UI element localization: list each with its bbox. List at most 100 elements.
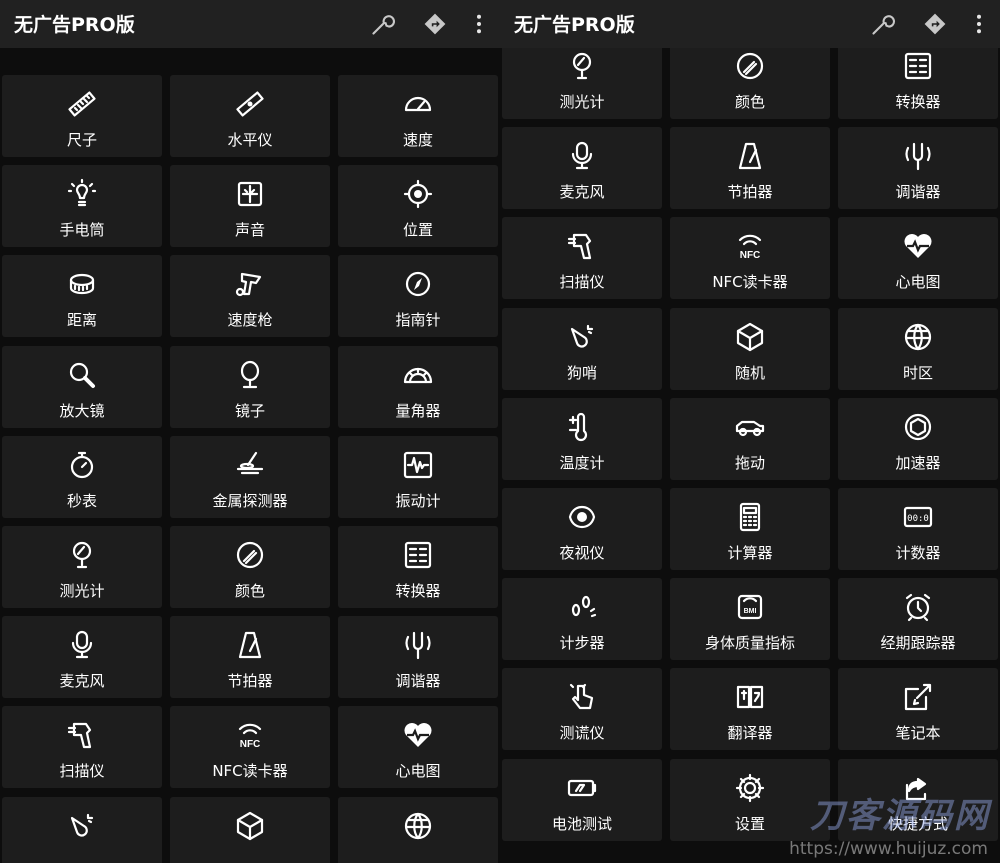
tool-tile[interactable]: 速度 xyxy=(338,75,498,157)
tool-tile[interactable]: BMI 身体质量指标 xyxy=(670,578,830,661)
tool-label: 调谐器 xyxy=(395,672,441,691)
tool-tile[interactable]: 计步器 xyxy=(502,578,662,661)
tool-tile[interactable]: 测谎仪 xyxy=(502,668,662,751)
tool-label: 测光计 xyxy=(59,582,105,600)
protractor-icon xyxy=(400,358,436,392)
color-icon xyxy=(732,49,768,83)
tool-tile[interactable]: 量角器 xyxy=(338,345,498,428)
tool-tile[interactable]: NFC NFC读卡器 xyxy=(170,706,330,789)
scanner-icon xyxy=(64,718,100,752)
tool-tile[interactable]: 麦克风 xyxy=(502,127,662,210)
tool-tile[interactable]: 调谐器 xyxy=(338,616,498,699)
notebook-icon xyxy=(900,680,936,714)
tool-tile[interactable]: 电池测试 xyxy=(502,758,662,841)
tool-tile[interactable]: 颜色 xyxy=(170,526,330,608)
tool-tile[interactable]: 拖动 xyxy=(670,397,830,480)
tool-label: 声音 xyxy=(234,221,265,240)
tool-tile[interactable]: 位置 xyxy=(338,165,498,248)
tool-tile[interactable]: NFC NFC读卡器 xyxy=(670,217,830,300)
tool-tile[interactable]: 00:0 计数器 xyxy=(838,488,998,570)
tool-tile[interactable]: 狗哨 xyxy=(502,307,662,390)
tool-label: 翻译器 xyxy=(727,724,773,743)
battery-icon xyxy=(564,771,600,805)
tool-tile[interactable]: 夜视仪 xyxy=(502,488,662,570)
thermometer-icon xyxy=(564,410,600,444)
tool-tile[interactable]: 水平仪 xyxy=(170,75,330,157)
tool-tile[interactable]: 麦克风 xyxy=(2,616,162,699)
tool-tile[interactable] xyxy=(338,796,498,863)
directions-icon[interactable] xyxy=(420,9,450,39)
tool-label: 扫描仪 xyxy=(59,762,105,781)
nfc-icon: NFC xyxy=(732,229,768,263)
flashlight-icon xyxy=(64,177,100,211)
tool-label: 经期跟踪器 xyxy=(880,634,956,653)
tool-label: 加速器 xyxy=(895,453,941,472)
tool-tile[interactable]: 手电筒 xyxy=(2,165,162,248)
magnifier-icon xyxy=(64,358,100,392)
more-vert-icon[interactable] xyxy=(964,9,994,39)
tool-tile[interactable]: 扫描仪 xyxy=(2,706,162,789)
metronome-icon xyxy=(232,628,268,662)
tool-tile[interactable]: 镜子 xyxy=(170,345,330,428)
tool-tile[interactable]: 金属探测器 xyxy=(170,435,330,518)
vibrometer-icon xyxy=(400,448,436,482)
tool-label: NFC读卡器 xyxy=(212,762,288,781)
tool-label: 测光计 xyxy=(559,93,605,111)
sound-meter-icon xyxy=(232,177,268,211)
more-vert-icon[interactable] xyxy=(464,9,494,39)
tool-tile[interactable]: 测光计 xyxy=(2,526,162,608)
tool-tile[interactable]: 测光计 xyxy=(502,37,662,119)
accelerometer-icon xyxy=(900,410,936,444)
tool-tile[interactable]: 声音 xyxy=(170,165,330,248)
tool-tile[interactable]: 随机 xyxy=(670,307,830,390)
color-icon xyxy=(232,538,268,572)
tool-tile[interactable]: 心电图 xyxy=(338,706,498,789)
stopwatch-icon xyxy=(64,448,100,482)
counter-icon: 00:0 xyxy=(900,500,936,534)
tool-tile[interactable] xyxy=(170,796,330,863)
speedometer-icon xyxy=(400,87,436,121)
tool-label: 速度 xyxy=(402,131,433,149)
tool-tile[interactable]: 笔记本 xyxy=(838,668,998,751)
tool-tile[interactable]: 计算器 xyxy=(670,488,830,570)
tool-tile[interactable]: 心电图 xyxy=(838,217,998,300)
tool-tile[interactable]: 尺子 xyxy=(2,75,162,157)
tool-tile[interactable]: 快捷方式 xyxy=(838,758,998,841)
tool-tile[interactable]: 秒表 xyxy=(2,435,162,518)
directions-icon[interactable] xyxy=(920,9,950,39)
tool-tile[interactable]: 颜色 xyxy=(670,37,830,119)
heart-rate-icon xyxy=(900,229,936,263)
tool-tile[interactable]: 时区 xyxy=(838,307,998,390)
tool-tile[interactable]: 节拍器 xyxy=(670,127,830,210)
tool-tile[interactable]: 翻译器 xyxy=(670,668,830,751)
metal-detector-icon xyxy=(232,448,268,482)
tool-tile[interactable]: 振动计 xyxy=(338,435,498,518)
scanner-icon xyxy=(564,229,600,263)
tool-tile[interactable] xyxy=(2,796,162,863)
tool-tile[interactable]: 指南针 xyxy=(338,255,498,338)
tool-label: 节拍器 xyxy=(227,672,273,691)
wrench-icon[interactable] xyxy=(368,9,398,39)
tool-tile[interactable]: 转换器 xyxy=(838,37,998,119)
night-vision-icon xyxy=(564,500,600,534)
tool-label: 转换器 xyxy=(395,582,441,600)
tool-tile[interactable]: 放大镜 xyxy=(2,345,162,428)
tool-tile[interactable]: 转换器 xyxy=(338,526,498,608)
tool-tile[interactable]: 调谐器 xyxy=(838,127,998,210)
tool-tile[interactable]: 温度计 xyxy=(502,397,662,480)
tool-label: 时区 xyxy=(902,363,933,382)
tool-tile[interactable]: 节拍器 xyxy=(170,616,330,699)
globe-icon xyxy=(900,320,936,354)
tool-label: 手电筒 xyxy=(59,221,105,240)
tool-tile[interactable]: 经期跟踪器 xyxy=(838,578,998,661)
wrench-icon[interactable] xyxy=(868,9,898,39)
microphone-icon xyxy=(64,628,100,662)
tool-tile[interactable]: 速度枪 xyxy=(170,255,330,338)
tool-tile[interactable]: 扫描仪 xyxy=(502,217,662,300)
tool-tile[interactable]: 加速器 xyxy=(838,397,998,480)
lie-detector-icon xyxy=(564,680,600,714)
shortcut-icon xyxy=(900,771,936,805)
tool-tile[interactable]: 设置 xyxy=(670,758,830,841)
tool-tile[interactable]: 距离 xyxy=(2,255,162,338)
alarm-clock-icon xyxy=(900,590,936,624)
